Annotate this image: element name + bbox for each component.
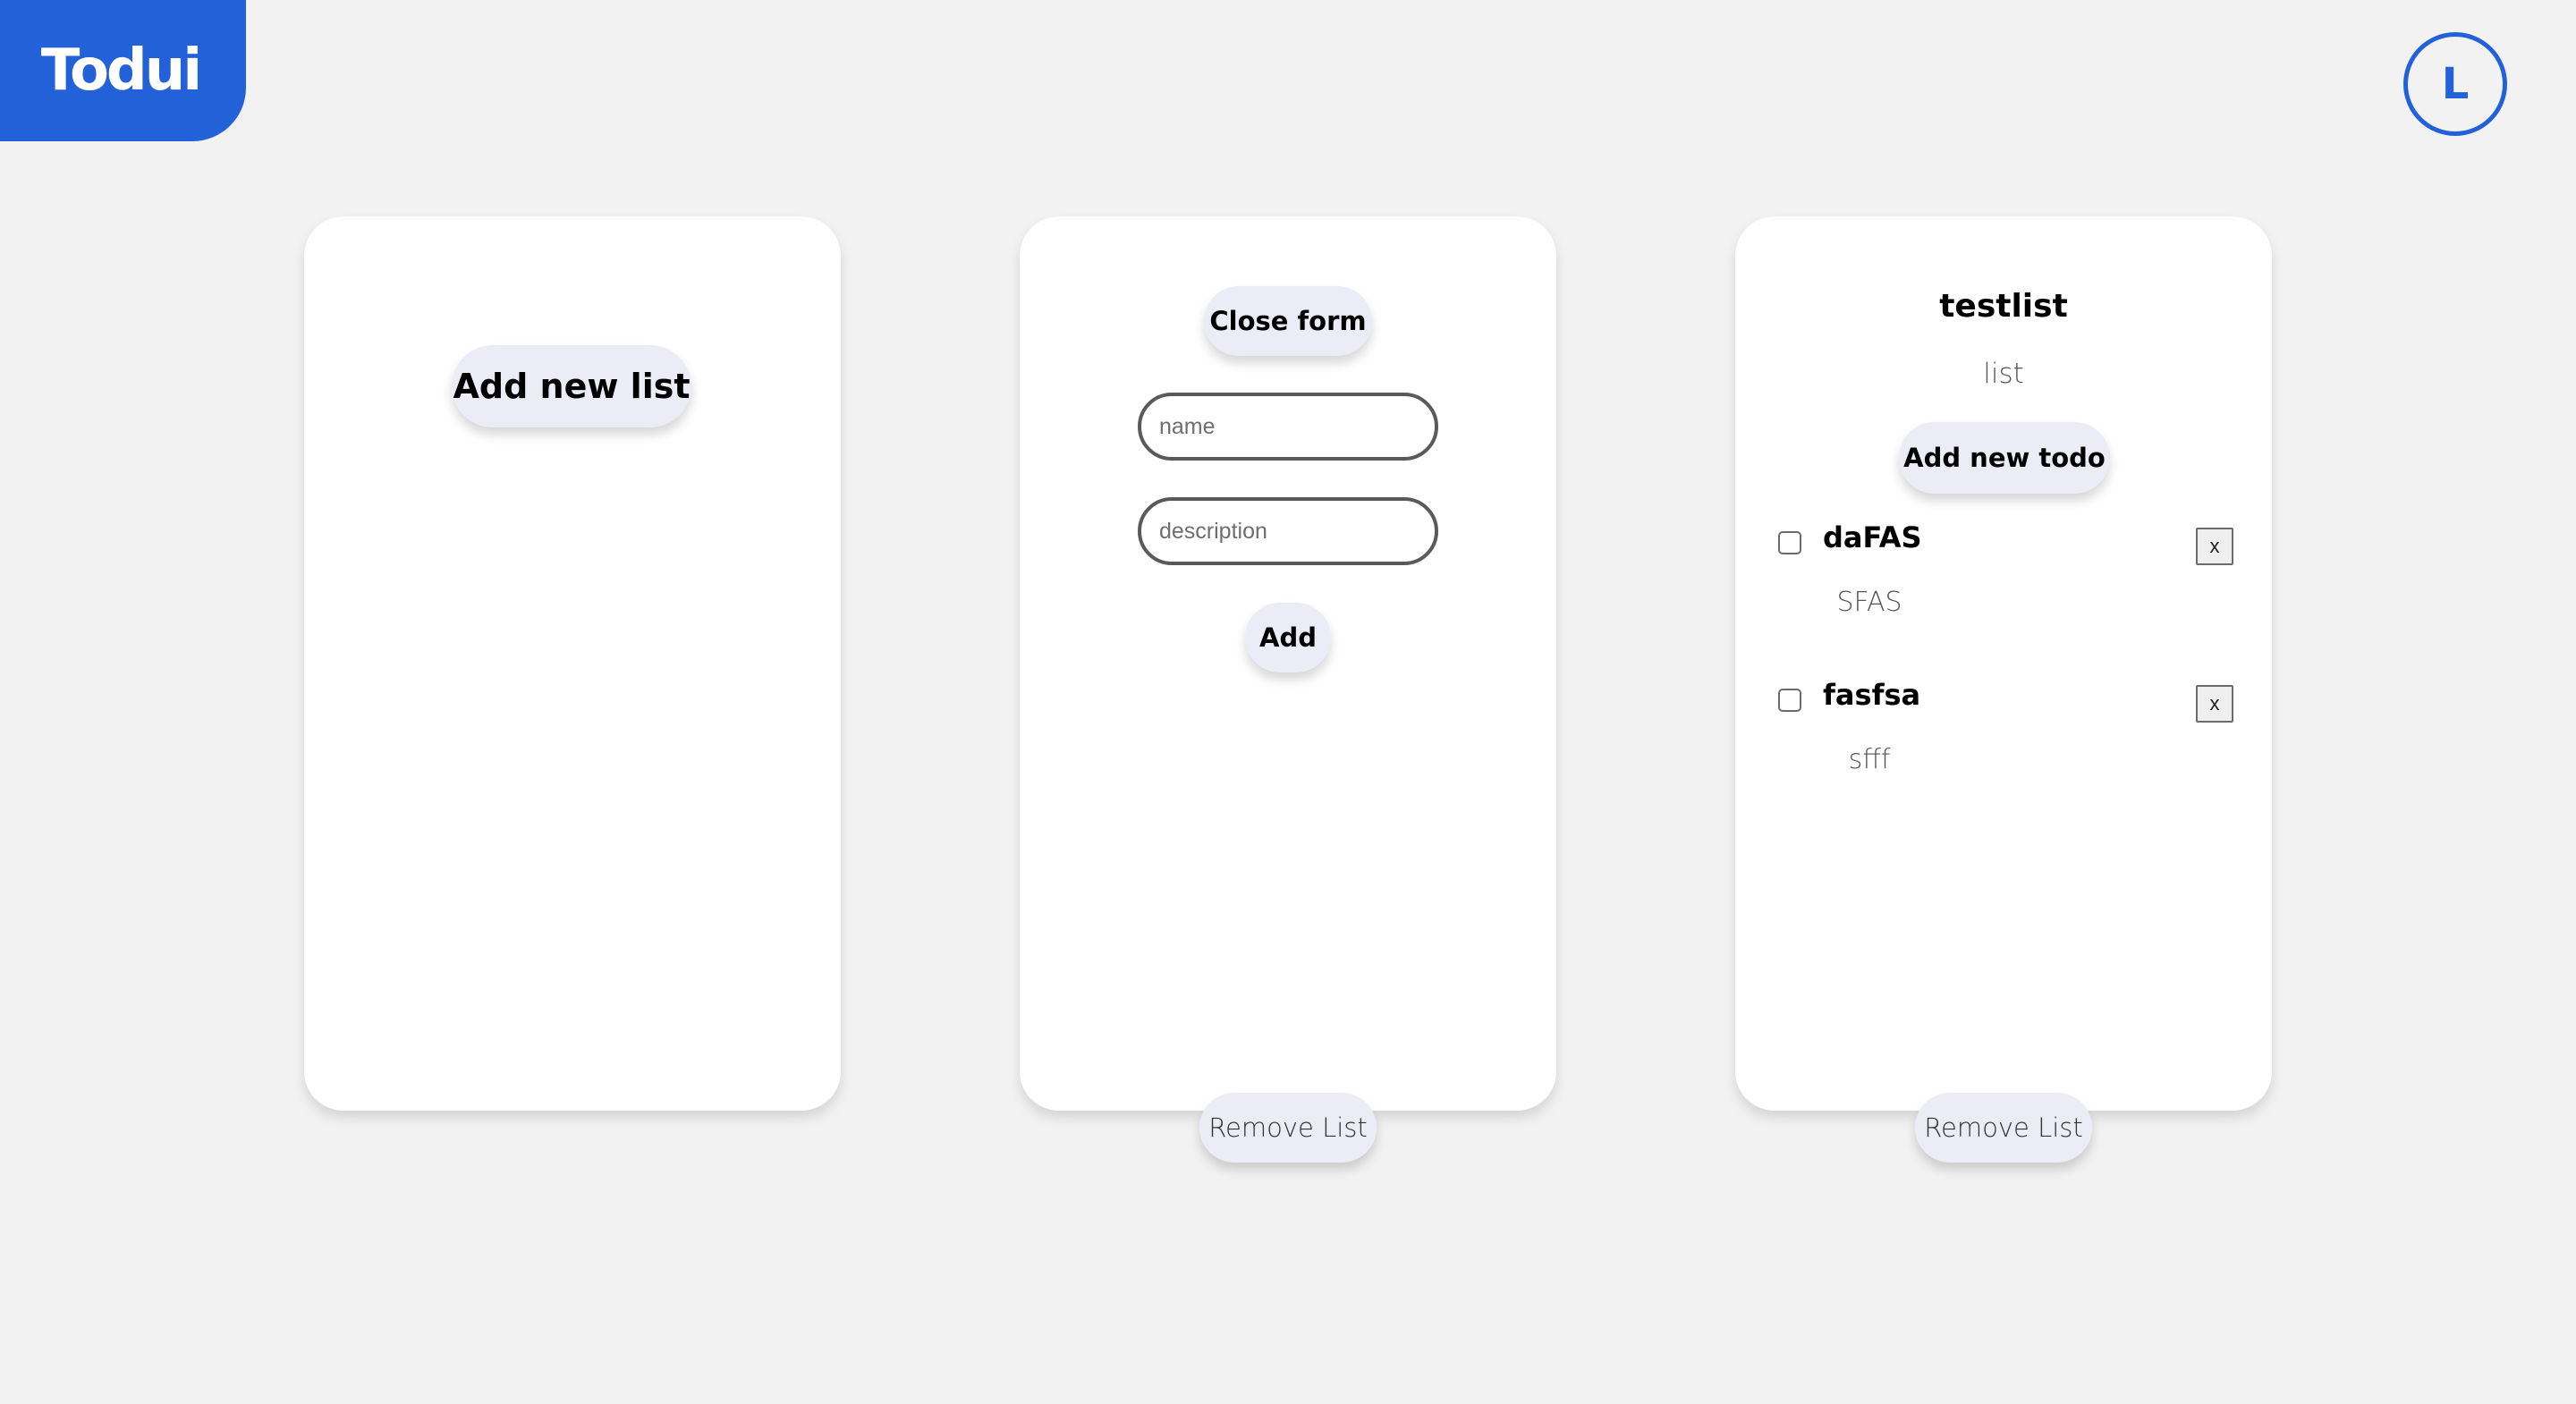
delete-todo-button[interactable]: x	[2196, 685, 2233, 723]
add-new-list-button[interactable]: Add new list	[452, 345, 691, 427]
remove-list-button[interactable]: Remove List	[1199, 1093, 1377, 1163]
remove-list-button[interactable]: Remove List	[1915, 1093, 2092, 1163]
todo-item: fasfsa sfff x	[1735, 678, 2272, 812]
todo-name: daFAS	[1823, 520, 1922, 554]
todo-checkbox[interactable]	[1778, 689, 1801, 712]
user-avatar[interactable]: L	[2403, 32, 2507, 136]
todo-name: fasfsa	[1823, 678, 1921, 712]
add-list-submit-button[interactable]: Add	[1245, 603, 1331, 672]
list-name-input[interactable]	[1138, 393, 1438, 461]
todo-description: SFAS	[1836, 587, 1902, 618]
list-description-input[interactable]	[1138, 497, 1438, 565]
todo-item: daFAS SFAS x	[1735, 520, 2272, 655]
new-list-form-card: Close form Add	[1020, 216, 1556, 1111]
new-list-card: Add new list	[304, 216, 841, 1111]
todo-checkbox[interactable]	[1778, 531, 1801, 554]
todo-description: sfff	[1848, 744, 1891, 775]
app-logo[interactable]: Todui	[0, 0, 246, 141]
close-form-button[interactable]: Close form	[1204, 286, 1372, 356]
add-new-todo-button[interactable]: Add new todo	[1899, 422, 2110, 494]
list-title: testlist	[1939, 288, 2068, 325]
todo-list-card: testlist list Add new todo daFAS SFAS x …	[1735, 216, 2272, 1111]
delete-todo-button[interactable]: x	[2196, 528, 2233, 565]
list-description: list	[1983, 358, 2024, 390]
